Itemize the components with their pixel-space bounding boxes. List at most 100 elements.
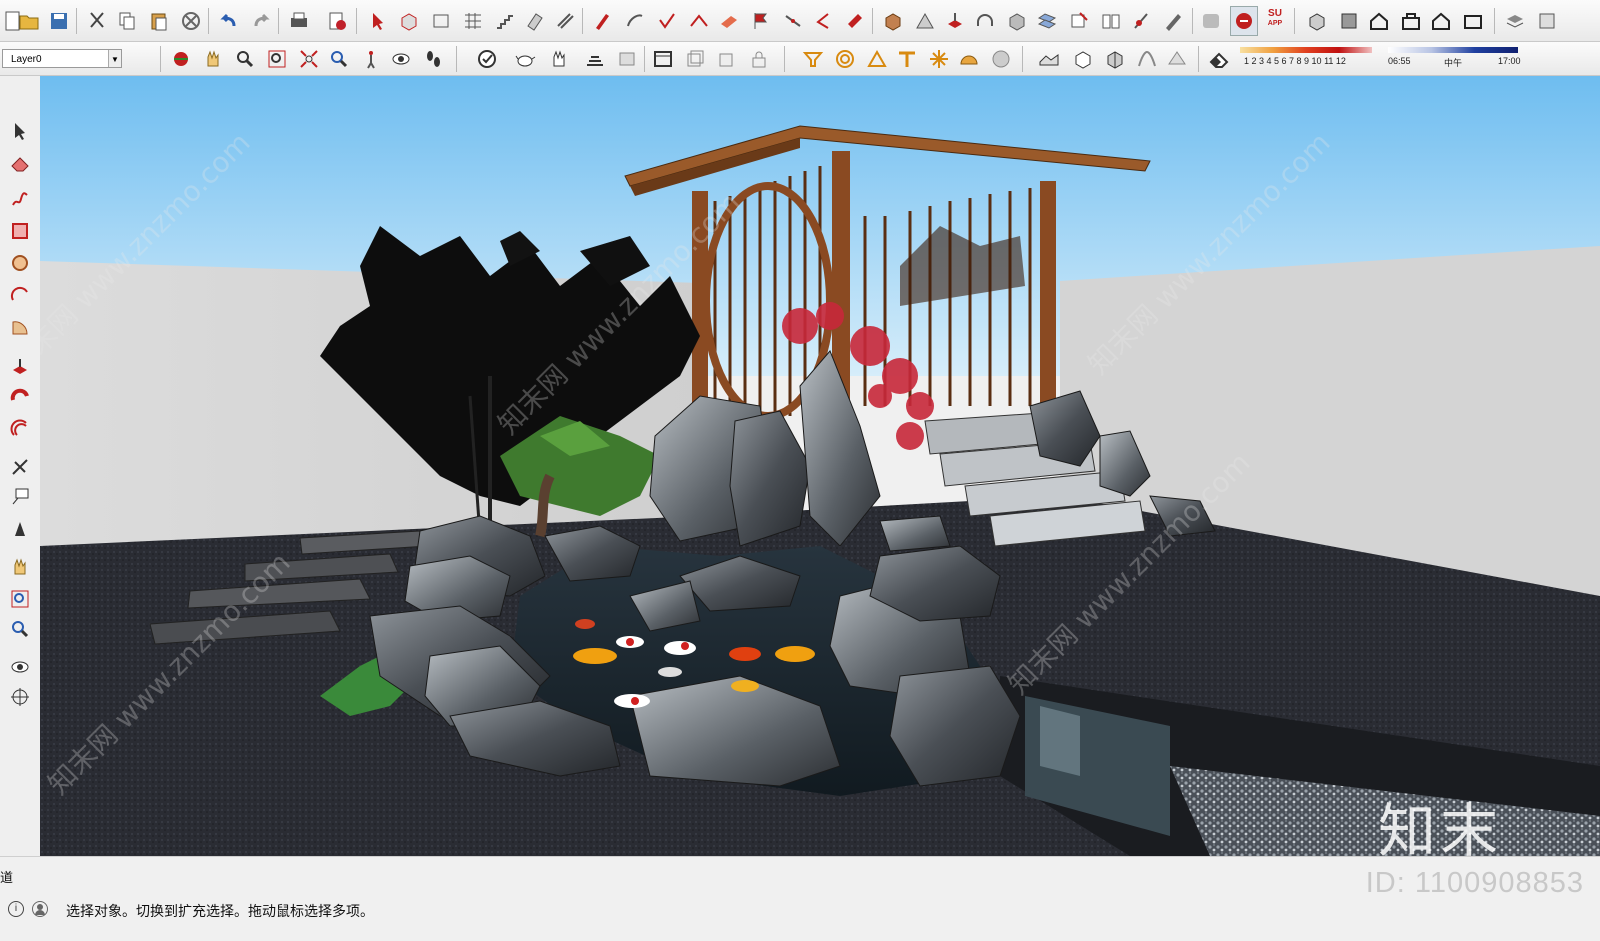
- paste-icon[interactable]: [146, 8, 172, 34]
- triangle-tool-icon[interactable]: [864, 46, 890, 72]
- pan-material-icon[interactable]: [546, 46, 572, 72]
- arch-icon[interactable]: [972, 8, 998, 34]
- crosshair-icon[interactable]: [7, 684, 33, 710]
- more-icon[interactable]: [1534, 8, 1560, 34]
- xray-icon[interactable]: [650, 46, 676, 72]
- copy-icon[interactable]: [114, 8, 140, 34]
- box-icon[interactable]: [428, 8, 454, 34]
- arc-icon[interactable]: [622, 8, 648, 34]
- pie-icon[interactable]: [7, 314, 33, 340]
- model-info-icon[interactable]: [324, 8, 350, 34]
- push-pull-icon[interactable]: [7, 354, 33, 380]
- eye-icon[interactable]: [7, 654, 33, 680]
- print-icon[interactable]: [286, 8, 312, 34]
- box-edit-icon[interactable]: [1066, 8, 1092, 34]
- zoom-window-icon[interactable]: [264, 46, 290, 72]
- solid-grey-icon[interactable]: [988, 46, 1014, 72]
- back-view-icon[interactable]: [1428, 8, 1454, 34]
- left-view-icon[interactable]: [1460, 8, 1486, 34]
- text-label-icon[interactable]: [7, 484, 33, 510]
- lines-icon[interactable]: [552, 8, 578, 34]
- erase-icon[interactable]: [178, 8, 204, 34]
- pan-hand-icon[interactable]: [200, 46, 226, 72]
- face-tool-icon[interactable]: [842, 8, 868, 34]
- select-arrow-icon[interactable]: [7, 118, 33, 144]
- orbit-hand-icon[interactable]: [7, 554, 33, 580]
- position-camera-icon[interactable]: [358, 46, 384, 72]
- star-tool-icon[interactable]: [926, 46, 952, 72]
- look-around-icon[interactable]: [388, 46, 414, 72]
- orbit-icon[interactable]: [168, 46, 194, 72]
- plane-icon[interactable]: [716, 8, 742, 34]
- layer-dropdown[interactable]: Layer0 ▼: [2, 49, 122, 68]
- arc-left-icon[interactable]: [7, 282, 33, 308]
- pencil-red-icon[interactable]: [590, 8, 616, 34]
- cut-icon[interactable]: [84, 8, 110, 34]
- right-view-icon[interactable]: [1398, 8, 1424, 34]
- roof-icon[interactable]: [686, 8, 712, 34]
- open-folder-icon[interactable]: [16, 8, 42, 34]
- dimension-icon[interactable]: [1128, 8, 1154, 34]
- check-validity-icon[interactable]: [474, 46, 500, 72]
- solid-icon[interactable]: [1004, 8, 1030, 34]
- chevron-down-icon[interactable]: ▼: [108, 50, 121, 67]
- smoove-icon[interactable]: [1134, 46, 1160, 72]
- model-viewport[interactable]: 知末网 www.znzmo.com 知末网 www.znzmo.com 知末网 …: [40, 76, 1600, 856]
- angle-icon[interactable]: [810, 8, 836, 34]
- flip-edge-icon[interactable]: [1164, 46, 1190, 72]
- ruby-icon[interactable]: [1230, 6, 1258, 36]
- save-icon[interactable]: [46, 8, 72, 34]
- user-icon[interactable]: [32, 901, 48, 917]
- zoom-extents-icon[interactable]: [296, 46, 322, 72]
- time-slider[interactable]: [1388, 47, 1518, 53]
- walk-icon[interactable]: [420, 46, 446, 72]
- zoom-window-left-icon[interactable]: [7, 586, 33, 612]
- zoom-previous-left-icon[interactable]: [7, 616, 33, 642]
- terrain-icon[interactable]: [1036, 46, 1062, 72]
- book-icon[interactable]: [1098, 8, 1124, 34]
- teapot-icon[interactable]: [512, 46, 538, 72]
- stairs-icon[interactable]: [492, 8, 518, 34]
- month-slider[interactable]: [1240, 47, 1372, 53]
- iso-view-icon[interactable]: [1304, 8, 1330, 34]
- eraser-left-icon[interactable]: [7, 150, 33, 176]
- select-tool-icon[interactable]: [366, 8, 392, 34]
- rectangle-icon[interactable]: [7, 218, 33, 244]
- display-section-icon[interactable]: [614, 46, 640, 72]
- flag-icon[interactable]: [748, 8, 774, 34]
- sandbox-icon[interactable]: [800, 46, 826, 72]
- circle-tool-icon[interactable]: [832, 46, 858, 72]
- drape-icon[interactable]: [1070, 46, 1096, 72]
- joint-icon[interactable]: [780, 8, 806, 34]
- circle-icon[interactable]: [7, 250, 33, 276]
- top-view-icon[interactable]: [1336, 8, 1362, 34]
- extrude-icon[interactable]: [942, 8, 968, 34]
- layers-icon[interactable]: [1502, 8, 1528, 34]
- 3d-text-icon[interactable]: [1198, 8, 1224, 34]
- dome-icon[interactable]: [956, 46, 982, 72]
- zoom-icon[interactable]: [232, 46, 258, 72]
- stamp-icon[interactable]: [1102, 46, 1128, 72]
- t-shape-icon[interactable]: [894, 46, 920, 72]
- redo-icon[interactable]: [248, 8, 274, 34]
- freehand-icon[interactable]: [7, 186, 33, 212]
- eraser-icon[interactable]: [1206, 46, 1232, 72]
- unfold-icon[interactable]: [1034, 8, 1060, 34]
- su-app-icon[interactable]: SU APP: [1262, 6, 1288, 32]
- section-plane-icon[interactable]: [582, 46, 608, 72]
- tape-measure-icon[interactable]: [7, 454, 33, 480]
- grid-icon[interactable]: [460, 8, 486, 34]
- info-icon[interactable]: i: [8, 901, 24, 917]
- tent-icon[interactable]: [912, 8, 938, 34]
- pen-icon[interactable]: [1160, 8, 1186, 34]
- hidden-line-icon[interactable]: [714, 46, 740, 72]
- undo-icon[interactable]: [216, 8, 242, 34]
- slice-icon[interactable]: [522, 8, 548, 34]
- offset-icon[interactable]: [7, 416, 33, 442]
- wireframe-icon[interactable]: [682, 46, 708, 72]
- 3d-text-left-icon[interactable]: [7, 516, 33, 542]
- lock-icon[interactable]: [746, 46, 772, 72]
- front-view-icon[interactable]: [1366, 8, 1392, 34]
- cube-brown-icon[interactable]: [880, 8, 906, 34]
- check-curve-icon[interactable]: [654, 8, 680, 34]
